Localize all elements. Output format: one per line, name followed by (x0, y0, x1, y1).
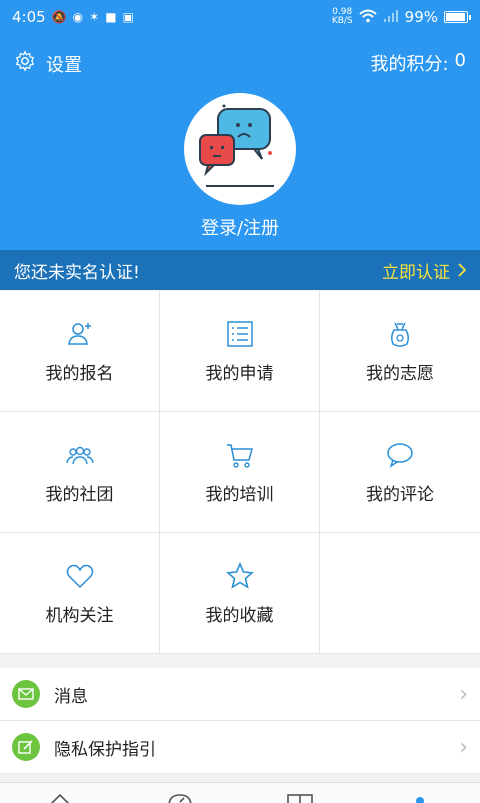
profile-header: 设置 我的积分: 0 登录/注册 (0, 34, 480, 250)
grid-item-label: 我的社团 (45, 484, 114, 505)
login-register-link[interactable]: 登录/注册 (0, 214, 480, 240)
avatar[interactable] (184, 93, 296, 205)
list-item-label: 隐私保护指引 (54, 739, 156, 760)
grid-item-my-favorites[interactable]: 我的收藏 (160, 533, 320, 654)
verification-banner: 您还未实名认证! 立即认证 (0, 250, 480, 290)
user-icon (416, 797, 424, 803)
wifi-icon (358, 9, 377, 25)
verify-now-label: 立即认证 (382, 262, 450, 283)
bluetooth-icon: ✶ (89, 10, 100, 24)
grid-empty-cell (320, 533, 480, 654)
list-item-messages[interactable]: 消息 › (0, 668, 480, 721)
settings-label: 设置 (46, 54, 82, 76)
grid-item-label: 我的志愿 (366, 363, 434, 384)
location-icon: ◉ (72, 10, 84, 24)
user-add-icon (67, 322, 91, 345)
points[interactable]: 我的积分: 0 (370, 50, 466, 76)
function-grid: 我的报名 我的申请 我的志愿 我的社团 我的培训 我的评论 机构关注 我的收藏 (0, 291, 480, 654)
chevron-right-icon (458, 263, 466, 277)
verify-now-button[interactable]: 立即认证 (382, 258, 466, 283)
compass-icon (168, 794, 192, 803)
star-icon (225, 561, 254, 589)
tab-discover[interactable] (165, 791, 195, 803)
grid-item-my-club[interactable]: 我的社团 (0, 412, 160, 533)
status-bar: 4:05 🔕 ◉ ✶ ■ ▣ 0.98 KB/S 99% (0, 0, 480, 34)
chevron-right-icon: › (459, 734, 468, 760)
tab-news[interactable] (285, 791, 315, 803)
status-time: 4:05 (12, 8, 46, 26)
app-badge-icon: ▣ (122, 10, 134, 24)
app-icon: ■ (105, 10, 117, 24)
grid-item-my-comments[interactable]: 我的评论 (320, 412, 480, 533)
battery-icon (444, 11, 471, 23)
grid-item-label: 我的收藏 (205, 605, 274, 626)
grid-item-my-training[interactable]: 我的培训 (160, 412, 320, 533)
bag-icon (390, 322, 410, 347)
grid-item-my-volunteer[interactable]: 我的志愿 (320, 291, 480, 412)
grid-item-label: 我的培训 (205, 484, 274, 505)
home-icon (50, 793, 70, 803)
comment-icon (387, 442, 413, 468)
points-value: 0 (454, 50, 466, 71)
mail-icon (12, 680, 40, 708)
grid-item-label: 我的报名 (45, 363, 114, 384)
grid-item-my-application[interactable]: 我的申请 (160, 291, 320, 412)
grid-item-label: 机构关注 (45, 605, 114, 626)
network-speed: 0.98 KB/S (331, 7, 353, 26)
group-icon (65, 446, 94, 464)
book-icon (287, 794, 313, 803)
points-label: 我的积分: (370, 54, 449, 75)
settings-list: 消息 › 隐私保护指引 › (0, 668, 480, 774)
cart-icon (226, 443, 253, 468)
list-item-privacy-guide[interactable]: 隐私保护指引 › (0, 721, 480, 774)
signal-icon (383, 9, 399, 25)
notification-off-icon: 🔕 (51, 10, 67, 24)
battery-percent: 99% (404, 8, 438, 26)
list-icon (226, 320, 253, 347)
heart-icon (66, 564, 93, 588)
tab-mine[interactable] (405, 791, 435, 803)
grid-item-label: 我的申请 (205, 363, 274, 384)
grid-item-label: 我的评论 (366, 484, 434, 505)
verification-message: 您还未实名认证! (14, 262, 140, 283)
chat-bubbles-icon (199, 104, 274, 187)
list-item-label: 消息 (54, 686, 88, 707)
chevron-right-icon: › (459, 681, 468, 707)
grid-item-followed-organizations[interactable]: 机构关注 (0, 533, 160, 654)
edit-icon (12, 733, 40, 761)
bottom-tab-bar (0, 782, 480, 803)
gear-icon (14, 50, 36, 77)
tab-home[interactable] (45, 791, 75, 803)
grid-item-my-registration[interactable]: 我的报名 (0, 291, 160, 412)
settings-button[interactable]: 设置 (14, 50, 82, 77)
